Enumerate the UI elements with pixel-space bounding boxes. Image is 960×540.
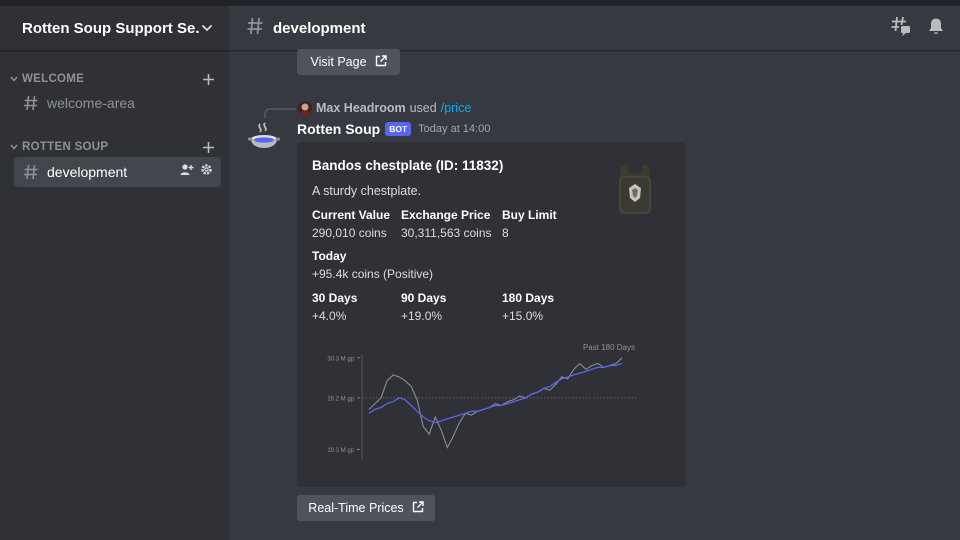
message-timestamp: Today at 14:00 (418, 123, 491, 135)
category-welcome[interactable]: WELCOME (10, 70, 215, 88)
add-channel-icon[interactable] (201, 72, 215, 86)
item-thumbnail (615, 162, 655, 218)
chevron-down-icon (10, 143, 20, 151)
chevron-down-icon (10, 75, 20, 83)
field-value: +19.0% (401, 309, 443, 323)
invite-member-icon[interactable] (180, 163, 194, 181)
category-label: WELCOME (22, 73, 85, 85)
avatar (298, 101, 312, 115)
channel-title: development (273, 19, 366, 37)
bot-badge: BOT (385, 122, 412, 136)
reply-username: Max Headroom (316, 101, 406, 115)
field-name: 30 Days (312, 291, 358, 305)
field-90-days: 90 Days +19.0% (401, 291, 446, 323)
hash-icon (22, 162, 42, 182)
threads-icon[interactable] (890, 15, 912, 42)
category-label: ROTTEN SOUP (22, 141, 109, 153)
field-value: +15.0% (502, 309, 544, 323)
real-time-prices-button[interactable]: Real-Time Prices (297, 495, 435, 521)
item-price-embed: Bandos chestplate (ID: 11832) A sturdy c… (297, 142, 686, 487)
chevron-down-icon (199, 20, 215, 36)
field-name: 180 Days (502, 291, 555, 305)
message-author[interactable]: Rotten Soup (297, 121, 380, 137)
chart-series-line (368, 362, 623, 424)
reply-connector (264, 108, 296, 118)
hash-icon (245, 16, 265, 41)
field-today: Today +95.4k coins (Positive) (312, 249, 433, 281)
bell-icon[interactable] (926, 16, 946, 41)
visit-page-label: Visit Page (310, 55, 367, 69)
field-value: +4.0% (312, 309, 347, 323)
category-rotten-soup[interactable]: ROTTEN SOUP (10, 138, 215, 156)
field-value: 30,311,563 coins (401, 226, 492, 240)
embed-description: A sturdy chestplate. (312, 184, 422, 198)
field-exchange-price: Exchange Price 30,311,563 coins (401, 208, 492, 240)
visit-page-button[interactable]: Visit Page (297, 49, 400, 75)
field-180-days: 180 Days +15.0% (502, 291, 554, 323)
field-value: 290,010 coins (312, 226, 387, 240)
field-name: 90 Days (401, 291, 447, 305)
sidebar-item-development[interactable]: development (14, 157, 221, 187)
chart-y-tick-label: 19.3 M gp (327, 448, 354, 454)
field-name: Current Value (312, 208, 391, 222)
embed-title: Bandos chestplate (ID: 11832) (312, 158, 504, 173)
message-header: Rotten Soup BOT Today at 14:00 (297, 121, 490, 137)
price-history-chart: Past 180 Days 30.3 M gp 28.2 M gp 19.3 M g… (327, 343, 638, 459)
channel-label: development (47, 164, 128, 180)
field-current-value: Current Value 290,010 coins (312, 208, 390, 240)
channel-header: development (229, 6, 960, 51)
chart-y-tick-label: 28.2 M gp (327, 396, 354, 402)
field-value: 8 (502, 226, 509, 240)
hash-icon (22, 93, 42, 113)
command-reply-context[interactable]: Max Headroom used /price (298, 101, 471, 115)
real-time-prices-label: Real-Time Prices (308, 501, 404, 515)
field-buy-limit: Buy Limit 8 (502, 208, 557, 240)
avatar[interactable] (246, 121, 282, 157)
external-link-icon (375, 54, 387, 70)
server-name: Rotten Soup Support Se... (22, 19, 199, 37)
slash-command[interactable]: /price (441, 101, 472, 115)
reply-used-text: used (409, 101, 437, 115)
field-value: +95.4k coins (Positive) (312, 267, 434, 281)
sidebar-item-welcome-area[interactable]: welcome-area (14, 88, 221, 118)
external-link-icon (412, 500, 424, 516)
chart-title: Past 180 Days (583, 343, 635, 352)
chart-y-tick-label: 30.3 M gp (327, 356, 354, 362)
channel-label: welcome-area (47, 95, 135, 111)
field-name: Exchange Price (401, 208, 491, 222)
gear-icon[interactable] (200, 163, 213, 181)
server-header[interactable]: Rotten Soup Support Se... (0, 6, 229, 51)
field-name: Buy Limit (502, 208, 557, 222)
add-channel-icon[interactable] (201, 140, 215, 154)
field-30-days: 30 Days +4.0% (312, 291, 357, 323)
channel-sidebar: Rotten Soup Support Se... WELCOME welcom… (0, 6, 229, 540)
field-name: Today (312, 249, 347, 263)
